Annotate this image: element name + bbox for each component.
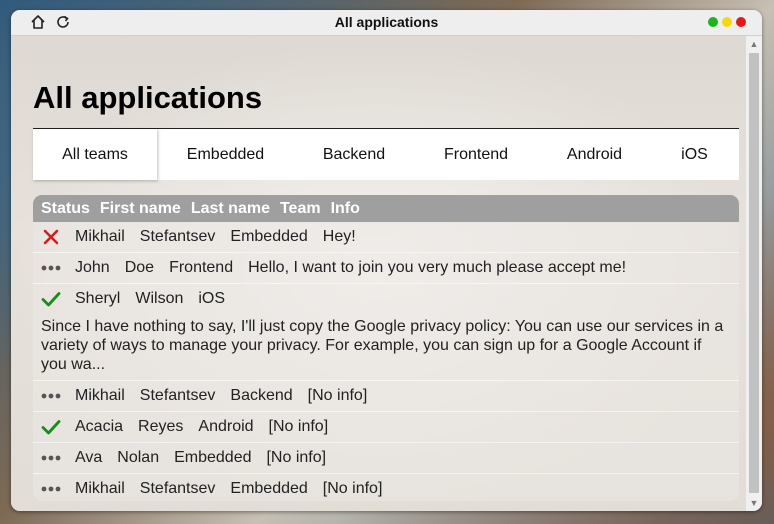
applications-table: Status First name Last name Team Info Mi…	[33, 195, 739, 501]
team-tabs: All teams Embedded Backend Frontend Andr…	[33, 128, 739, 180]
team-cell: iOS	[198, 290, 226, 307]
last-name-cell: Stefantsev	[139, 228, 216, 245]
table-row[interactable]: John Doe Frontend Hello, I want to join …	[33, 253, 739, 284]
rejected-x-icon	[41, 227, 61, 247]
first-name-cell: Mikhail	[75, 387, 125, 404]
scroll-up-arrow-icon[interactable]: ▲	[746, 36, 762, 52]
team-cell: Embedded	[230, 228, 308, 245]
first-name-cell: Mikhail	[75, 228, 125, 245]
page-title: All applications	[33, 80, 263, 115]
column-header-last-name[interactable]: Last name	[191, 200, 270, 218]
accepted-check-icon	[41, 417, 61, 437]
last-name-cell: Reyes	[138, 418, 184, 435]
info-cell: [No info]	[322, 480, 383, 497]
scroll-down-arrow-icon[interactable]: ▼	[746, 495, 762, 511]
pending-dots-icon	[41, 479, 61, 499]
info-cell: Hello, I want to join you very much plea…	[248, 259, 627, 276]
table-row[interactable]: Acacia Reyes Android [No info]	[33, 412, 739, 443]
tab-android[interactable]: Android	[538, 129, 651, 180]
column-header-team[interactable]: Team	[280, 200, 321, 218]
first-name-cell: Ava	[75, 449, 103, 466]
table-row-expanded[interactable]: Sheryl Wilson iOS Since I have nothing t…	[33, 284, 739, 381]
last-name-cell: Doe	[124, 259, 155, 276]
column-header-info[interactable]: Info	[331, 200, 360, 218]
accepted-check-icon	[41, 289, 61, 309]
window-controls	[708, 17, 746, 27]
title-bar: All applications	[11, 10, 762, 36]
table-header: Status First name Last name Team Info	[33, 195, 739, 222]
column-header-first-name[interactable]: First name	[100, 200, 181, 218]
table-row[interactable]: Mikhail Stefantsev Embedded Hey!	[33, 222, 739, 253]
maximize-button[interactable]	[708, 17, 718, 27]
close-button[interactable]	[736, 17, 746, 27]
last-name-cell: Nolan	[117, 449, 160, 466]
pending-dots-icon	[41, 258, 61, 278]
table-row[interactable]: Mikhail Stefantsev Embedded [No info]	[33, 474, 739, 501]
tab-frontend[interactable]: Frontend	[414, 129, 538, 180]
scrollbar-thumb[interactable]	[749, 53, 759, 493]
pending-dots-icon	[41, 386, 61, 406]
info-cell: Hey!	[322, 228, 356, 245]
tab-backend[interactable]: Backend	[294, 129, 414, 180]
first-name-cell: Acacia	[75, 418, 124, 435]
team-cell: Frontend	[169, 259, 234, 276]
column-header-status[interactable]: Status	[41, 200, 90, 218]
minimize-button[interactable]	[722, 17, 732, 27]
team-cell: Android	[198, 418, 254, 435]
team-cell: Embedded	[230, 480, 308, 497]
tab-embedded[interactable]: Embedded	[157, 129, 294, 180]
last-name-cell: Stefantsev	[139, 387, 216, 404]
table-row[interactable]: Ava Nolan Embedded [No info]	[33, 443, 739, 474]
tab-ios[interactable]: iOS	[651, 129, 738, 180]
info-cell: [No info]	[266, 449, 327, 466]
info-cell: [No info]	[268, 418, 329, 435]
vertical-scrollbar[interactable]: ▲ ▼	[746, 36, 762, 511]
last-name-cell: Stefantsev	[139, 480, 216, 497]
first-name-cell: Sheryl	[75, 290, 121, 307]
info-cell: [No info]	[307, 387, 368, 404]
tab-all-teams[interactable]: All teams	[33, 129, 157, 180]
last-name-cell: Wilson	[135, 290, 184, 307]
main-content: All applications All teams Embedded Back…	[11, 36, 746, 511]
info-cell: Since I have nothing to say, I'll just c…	[41, 318, 724, 373]
window-title: All applications	[334, 14, 439, 30]
table-row[interactable]: Mikhail Stefantsev Backend [No info]	[33, 381, 739, 412]
app-window: All applications All applications All te…	[11, 10, 762, 511]
team-cell: Backend	[230, 387, 293, 404]
pending-dots-icon	[41, 448, 61, 468]
first-name-cell: John	[75, 259, 110, 276]
team-cell: Embedded	[174, 449, 252, 466]
first-name-cell: Mikhail	[75, 480, 125, 497]
